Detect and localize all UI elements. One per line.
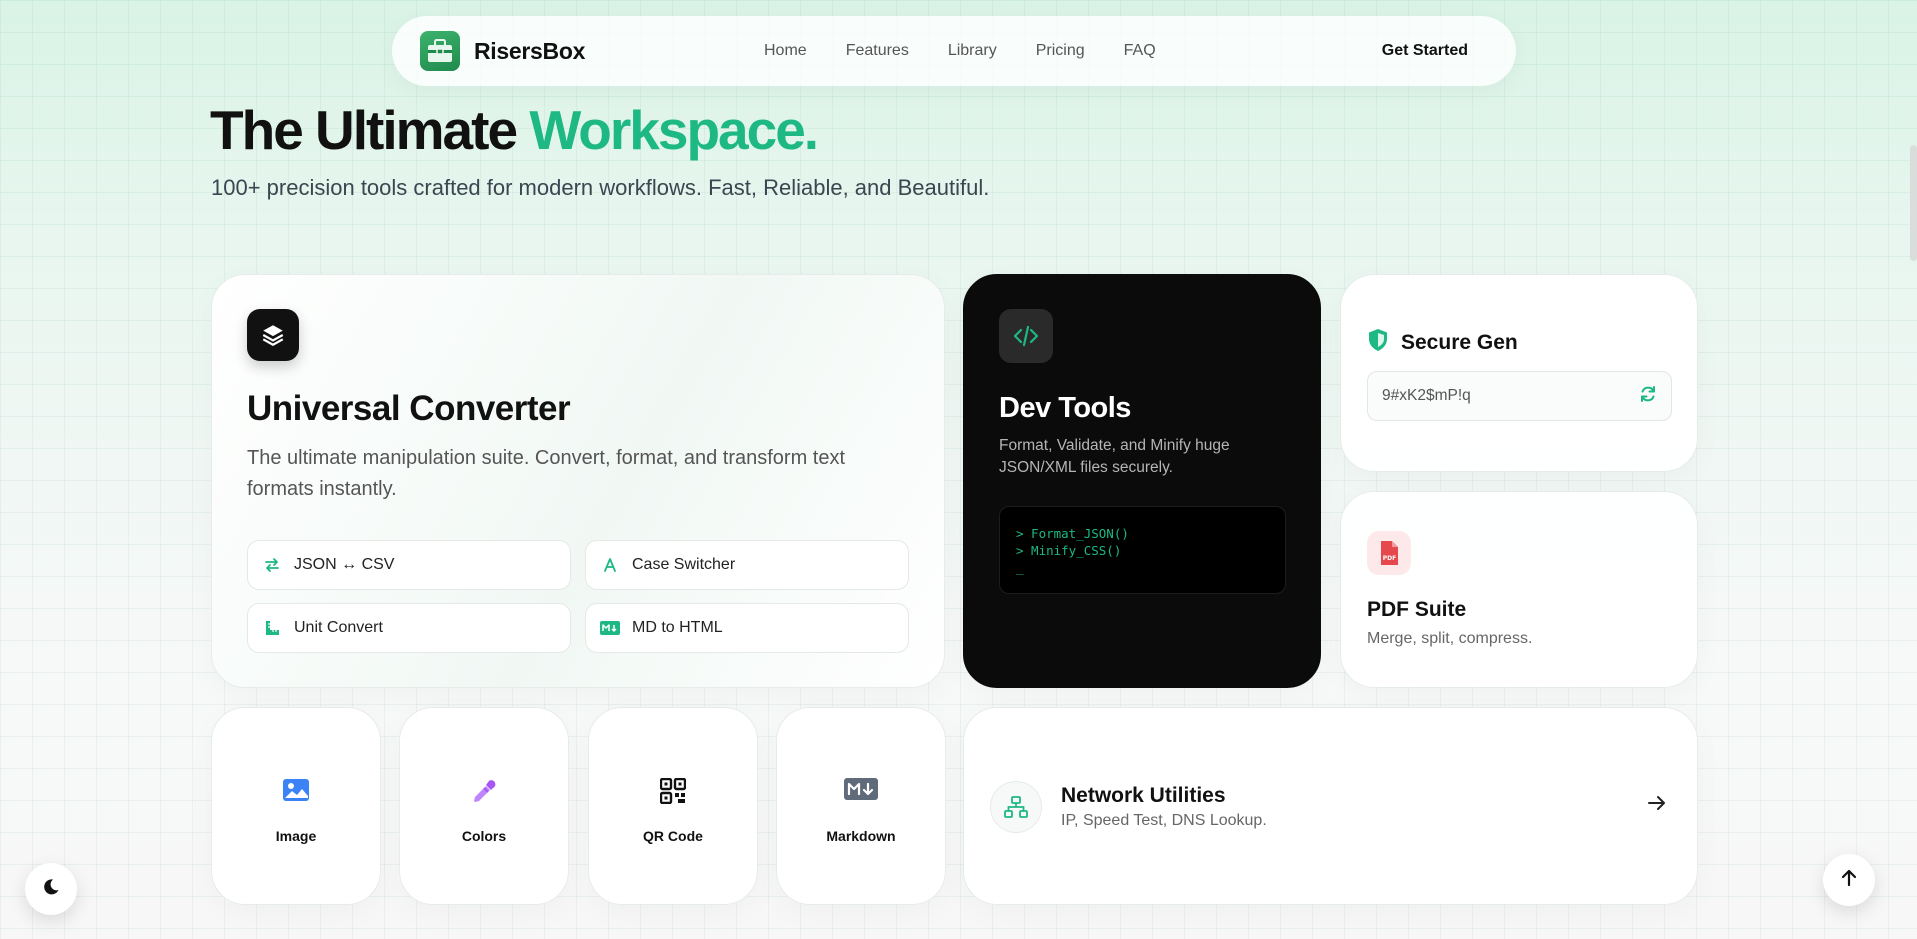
svg-text:PDF: PDF bbox=[1383, 555, 1396, 562]
dev-tools-card[interactable]: Dev Tools Format, Validate, and Minify h… bbox=[963, 274, 1321, 688]
terminal-cursor: _ bbox=[1016, 560, 1024, 575]
chip-label: Case Switcher bbox=[632, 556, 736, 573]
markdown-chip-icon bbox=[600, 618, 620, 638]
tool-card-qr-code[interactable]: QR Code bbox=[588, 707, 758, 905]
page-title: The Ultimate Workspace. bbox=[210, 98, 819, 162]
nav-faq[interactable]: FAQ bbox=[1124, 42, 1156, 60]
pdf-suite-description: Merge, split, compress. bbox=[1367, 630, 1533, 647]
chip-case-switcher[interactable]: Case Switcher bbox=[585, 540, 909, 590]
password-output[interactable]: 9#xK2$mP!q bbox=[1367, 371, 1672, 421]
dev-tools-description: Format, Validate, and Minify huge JSON/X… bbox=[999, 437, 1230, 476]
scroll-to-top-button[interactable] bbox=[1823, 854, 1875, 906]
ruler-icon bbox=[262, 618, 282, 638]
chip-unit-convert[interactable]: Unit Convert bbox=[247, 603, 571, 653]
refresh-icon[interactable] bbox=[1639, 385, 1657, 408]
tool-card-markdown[interactable]: Markdown bbox=[776, 707, 946, 905]
toolbox-icon bbox=[420, 31, 460, 71]
tool-label: Markdown bbox=[826, 828, 896, 844]
terminal-preview: > Format_JSON() > Minify_CSS() _ bbox=[999, 506, 1286, 594]
network-utilities-card[interactable]: Network Utilities IP, Speed Test, DNS Lo… bbox=[963, 707, 1698, 905]
nav-pricing[interactable]: Pricing bbox=[1036, 42, 1085, 60]
tool-card-image[interactable]: Image bbox=[211, 707, 381, 905]
secure-gen-title: Secure Gen bbox=[1401, 330, 1518, 354]
swap-icon bbox=[262, 555, 282, 575]
generated-password: 9#xK2$mP!q bbox=[1382, 387, 1471, 404]
shield-icon bbox=[1367, 328, 1389, 357]
secure-gen-card[interactable]: Secure Gen 9#xK2$mP!q bbox=[1340, 274, 1698, 472]
converter-description: The ultimate manipulation suite. Convert… bbox=[247, 447, 846, 500]
nav-links: Home Features Library Pricing FAQ bbox=[764, 42, 1156, 60]
tool-label: Image bbox=[275, 828, 317, 844]
brand-name: RisersBox bbox=[474, 37, 586, 64]
chip-label: Unit Convert bbox=[294, 619, 383, 636]
arrow-up-icon bbox=[1841, 869, 1857, 892]
title-main: The Ultimate bbox=[210, 99, 530, 161]
pdf-suite-title: PDF Suite bbox=[1367, 598, 1467, 621]
markdown-icon bbox=[777, 778, 945, 800]
network-description: IP, Speed Test, DNS Lookup. bbox=[1061, 812, 1267, 829]
network-title: Network Utilities bbox=[1061, 784, 1226, 807]
chip-label: MD to HTML bbox=[632, 619, 723, 636]
pdf-suite-card[interactable]: PDF PDF Suite Merge, split, compress. bbox=[1340, 491, 1698, 688]
chip-md-html[interactable]: MD to HTML bbox=[585, 603, 909, 653]
nav-library[interactable]: Library bbox=[948, 42, 997, 60]
pdf-file-icon: PDF bbox=[1367, 531, 1411, 575]
network-icon bbox=[990, 781, 1042, 833]
qr-code-icon bbox=[589, 778, 757, 804]
page-subtitle: 100+ precision tools crafted for modern … bbox=[211, 175, 990, 200]
layers-icon bbox=[247, 309, 299, 361]
eyedropper-icon bbox=[400, 778, 568, 806]
image-icon bbox=[212, 778, 380, 802]
arrow-right-icon[interactable] bbox=[1647, 794, 1667, 817]
theme-toggle-button[interactable] bbox=[25, 863, 77, 915]
tool-card-colors[interactable]: Colors bbox=[399, 707, 569, 905]
terminal-line: > Format_JSON() bbox=[1016, 526, 1129, 541]
converter-title: Universal Converter bbox=[247, 389, 571, 428]
dev-tools-title: Dev Tools bbox=[999, 392, 1131, 424]
nav-features[interactable]: Features bbox=[846, 42, 909, 60]
top-navbar: RisersBox Home Features Library Pricing … bbox=[392, 16, 1516, 86]
secure-gen-header: Secure Gen bbox=[1367, 328, 1518, 357]
tool-label: QR Code bbox=[643, 828, 703, 844]
title-accent: Workspace. bbox=[529, 99, 819, 161]
universal-converter-card[interactable]: Universal Converter The ultimate manipul… bbox=[211, 274, 945, 688]
code-icon bbox=[999, 309, 1053, 363]
chip-label: JSON ↔ CSV bbox=[294, 556, 395, 573]
page-scrollbar[interactable] bbox=[1910, 145, 1917, 261]
terminal-line: > Minify_CSS() bbox=[1016, 543, 1122, 558]
get-started-button[interactable]: Get Started bbox=[1382, 42, 1468, 60]
font-case-icon bbox=[600, 555, 620, 575]
nav-home[interactable]: Home bbox=[764, 42, 807, 60]
brand[interactable]: RisersBox bbox=[420, 31, 585, 71]
chip-json-csv[interactable]: JSON ↔ CSV bbox=[247, 540, 571, 590]
tool-label: Colors bbox=[461, 828, 507, 844]
moon-icon bbox=[42, 878, 60, 901]
